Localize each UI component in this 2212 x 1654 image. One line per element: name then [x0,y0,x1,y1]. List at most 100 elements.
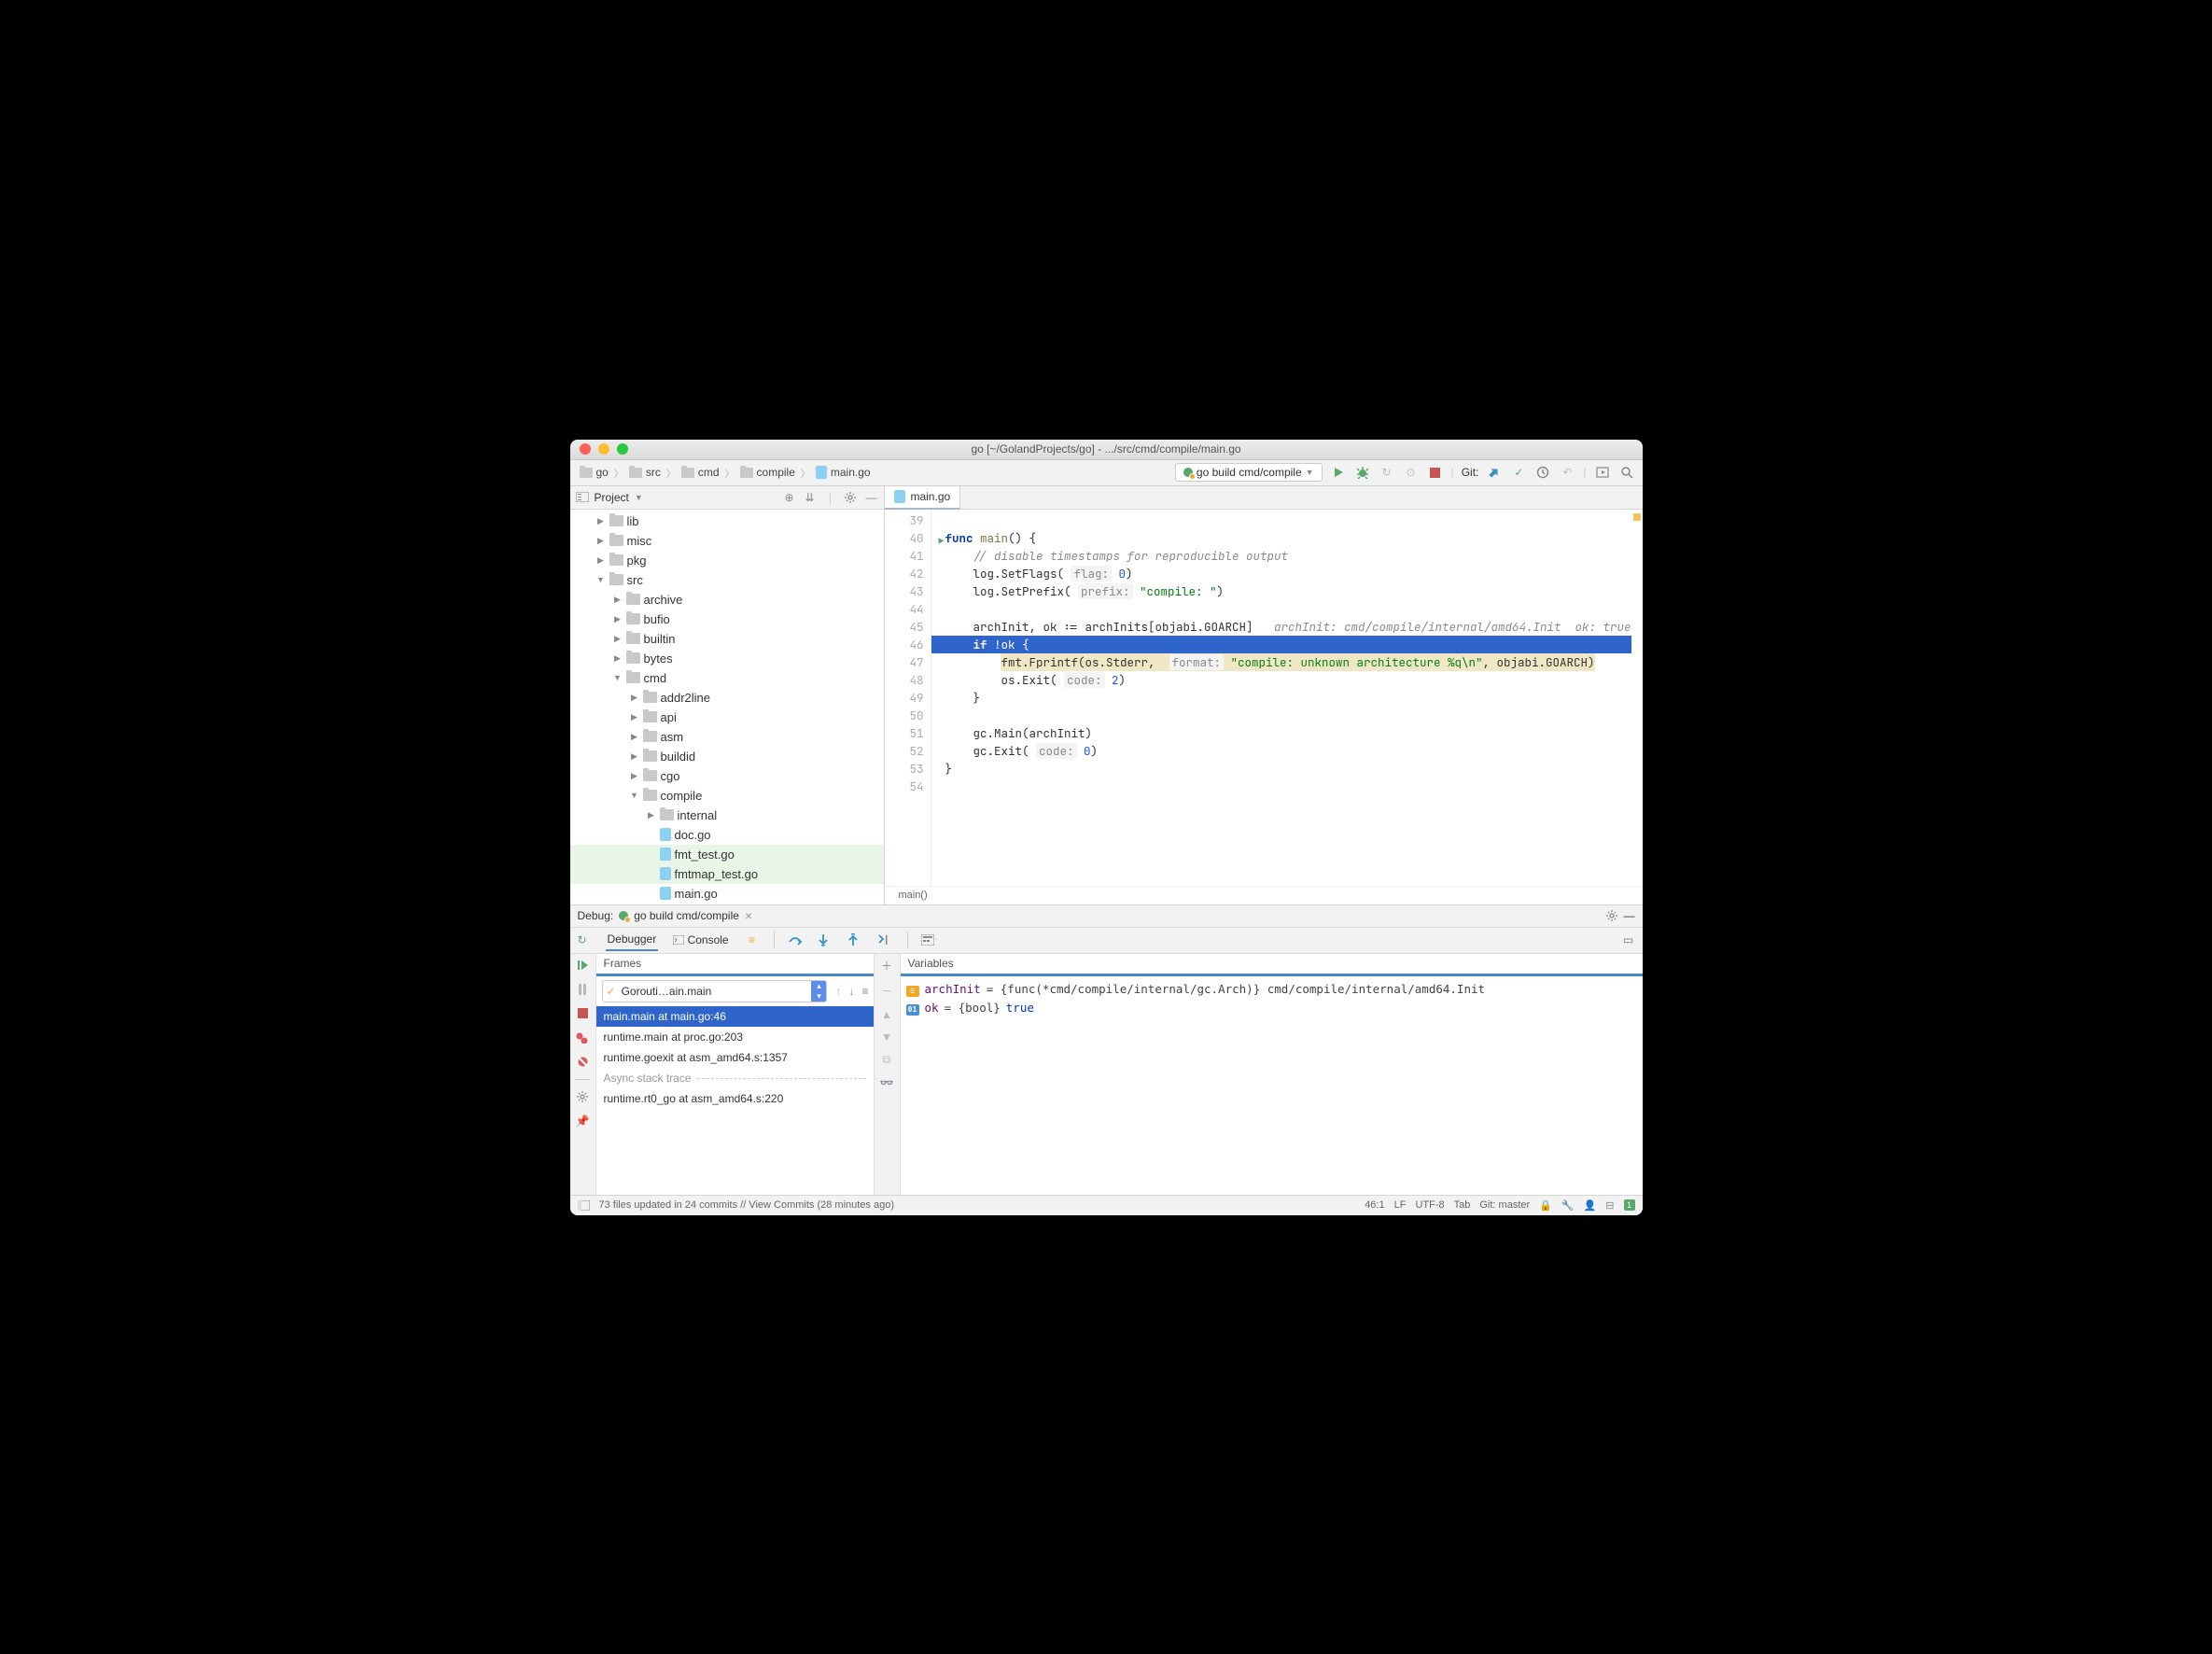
collapse-all-icon[interactable]: | [822,490,837,505]
tree-node[interactable]: ▶lib [570,512,885,531]
git-commit-button[interactable]: ✓ [1510,464,1527,481]
debug-config-name[interactable]: go build cmd/compile [634,909,739,922]
caret-position[interactable]: 46:1 [1365,1199,1384,1211]
code-line[interactable]: os.Exit( code: 2) [945,671,1631,689]
threads-icon[interactable]: ≡ [744,933,761,946]
stop-button[interactable] [1427,464,1444,481]
linenum[interactable]: 41 [885,547,923,565]
tree-node[interactable]: ▶fmt_test.go [570,845,885,864]
profile-button[interactable]: ⊙ [1403,464,1420,481]
linenum[interactable]: 39 [885,512,923,529]
breadcrumb-item[interactable]: src [627,464,663,481]
hide-panel-icon[interactable]: — [863,490,878,505]
code-line[interactable] [945,512,1631,529]
chevron-down-icon[interactable]: ▼ [635,493,643,502]
frame-prev-icon[interactable]: ↑ [833,985,844,998]
tree-node[interactable]: ▶archive [570,590,885,610]
linenum[interactable]: 47 [885,653,923,671]
code-line[interactable]: fmt.Fprintf(os.Stderr, format: "compile:… [945,653,1631,671]
git-revert-button[interactable]: ↶ [1559,464,1575,481]
code-line[interactable] [945,707,1631,724]
tab-debugger[interactable]: Debugger [606,929,659,951]
linenum[interactable]: 43 [885,582,923,600]
linenum[interactable]: 53 [885,760,923,778]
linenum[interactable]: 40 [885,529,923,547]
linenum[interactable]: 44 [885,600,923,618]
status-message[interactable]: 73 files updated in 24 commits // View C… [599,1199,895,1211]
git-branch[interactable]: Git: master [1479,1199,1530,1211]
lock-icon[interactable]: 🔒 [1539,1199,1552,1212]
tree-node[interactable]: ▶api [570,708,885,727]
linenum[interactable]: 42 [885,565,923,582]
tree-node[interactable]: ▶builtin [570,629,885,649]
linenum[interactable]: 54 [885,778,923,795]
stack-frame[interactable]: runtime.goexit at asm_amd64.s:1357 [596,1047,874,1068]
tree-node[interactable]: ▼compile [570,786,885,806]
inspector-icon[interactable]: 👤 [1584,1199,1597,1212]
tree-expand-icon[interactable]: ▶ [630,751,639,762]
frames-filter-icon[interactable]: ≡ [859,985,871,998]
linenum[interactable]: 45 [885,618,923,636]
gear-icon[interactable] [843,490,858,505]
linenum[interactable]: 46 [885,636,923,653]
breadcrumb-item[interactable]: cmd [679,464,721,481]
move-up-icon[interactable]: ▲ [881,1008,892,1021]
tree-node[interactable]: ▶fmtmap_test.go [570,864,885,884]
minimize-window-icon[interactable] [598,443,609,455]
ide-settings-button[interactable] [1594,464,1611,481]
breadcrumb-item[interactable]: go [578,464,610,481]
tree-expand-icon[interactable]: ▶ [596,536,606,546]
tree-node[interactable]: ▶asm [570,727,885,747]
statusbar-tool-icon[interactable] [578,1200,590,1211]
mute-breakpoints-button[interactable] [575,1055,590,1070]
stack-frame[interactable]: main.main at main.go:46 [596,1006,874,1027]
rerun-button[interactable]: ↻ [578,933,587,946]
run-coverage-button[interactable]: ↻ [1379,464,1395,481]
linenum[interactable]: 48 [885,671,923,689]
event-log-indicator[interactable]: 1 [1624,1199,1635,1211]
project-tree[interactable]: ▶lib▶misc▶pkg▼src▶archive▶bufio▶builtin▶… [570,510,885,904]
step-out-button[interactable] [847,933,864,946]
titlebar[interactable]: go [~/GolandProjects/go] - .../src/cmd/c… [570,440,1643,460]
tree-node[interactable]: ▼cmd [570,668,885,688]
view-breakpoints-button[interactable] [575,1030,590,1045]
run-config-selector[interactable]: go build cmd/compile ▼ [1175,463,1323,482]
close-window-icon[interactable] [580,443,591,455]
variables-title[interactable]: Variables [901,954,1643,976]
tree-node[interactable]: ▶cgo [570,766,885,786]
frames-list[interactable]: main.main at main.go:46runtime.main at p… [596,1006,874,1195]
new-watch-icon[interactable]: ＋ [881,958,892,974]
step-into-button[interactable] [818,933,834,946]
code-line[interactable]: func main() { [945,529,1631,547]
pause-button[interactable] [575,982,590,997]
code-line[interactable] [945,600,1631,618]
tree-node[interactable]: ▶bytes [570,649,885,668]
code-line[interactable]: } [945,689,1631,707]
tree-expand-icon[interactable]: ▶ [613,614,623,624]
code-line[interactable] [945,778,1631,795]
linenum[interactable]: 51 [885,724,923,742]
tree-expand-icon[interactable]: ▼ [630,791,639,800]
tree-expand-icon[interactable]: ▶ [630,771,639,781]
code-line[interactable]: } [945,760,1631,778]
expand-all-icon[interactable]: ⇊ [802,490,817,505]
variable-row[interactable]: ≡archInit = {func(*cmd/compile/internal/… [906,980,1637,999]
step-over-button[interactable] [788,934,805,946]
code-line[interactable]: gc.Exit( code: 0) [945,742,1631,760]
debug-settings-icon[interactable] [575,1089,590,1104]
tree-expand-icon[interactable]: ▶ [613,634,623,644]
breadcrumb-item[interactable]: compile [738,464,797,481]
tree-node[interactable]: ▶doc.go [570,825,885,845]
tab-console[interactable]: Console [671,930,730,950]
copy-icon[interactable]: ⧉ [883,1053,891,1067]
tree-node[interactable]: ▶addr2line [570,688,885,708]
code-line[interactable]: log.SetFlags( flag: 0) [945,565,1631,582]
close-debug-tab-icon[interactable]: × [745,908,752,923]
code-line[interactable]: if !ok { [931,636,1631,653]
stack-frame[interactable]: runtime.rt0_go at asm_amd64.s:220 [596,1088,874,1109]
tree-node[interactable]: ▶buildid [570,747,885,766]
code-line[interactable]: gc.Main(archInit) [945,724,1631,742]
code-line[interactable]: archInit, ok := archInits[objabi.GOARCH]… [945,618,1631,636]
variables-list[interactable]: ≡archInit = {func(*cmd/compile/internal/… [901,976,1643,1021]
breadcrumb-item[interactable]: main.go [814,464,873,481]
